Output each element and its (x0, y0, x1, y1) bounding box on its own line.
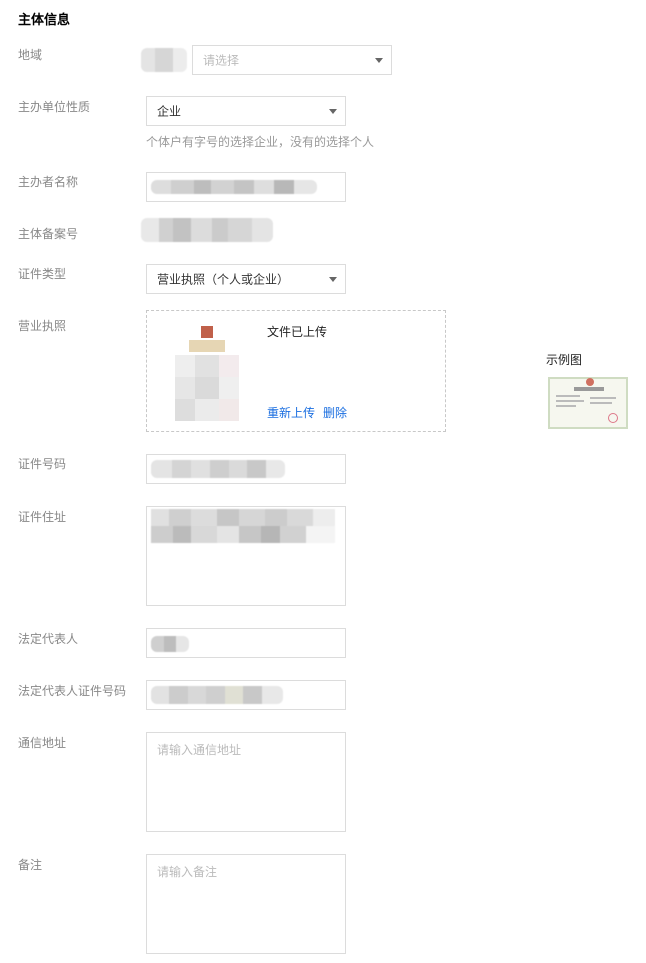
cert-number-redacted (151, 460, 285, 478)
subject-record-label: 主体备案号 (18, 227, 79, 241)
cert-address-textarea[interactable] (146, 506, 346, 606)
legal-rep-input[interactable] (146, 628, 346, 658)
mail-address-textarea[interactable]: 请输入通信地址 (146, 732, 346, 832)
subject-record-redacted (141, 218, 273, 242)
sponsor-name-label: 主办者名称 (18, 175, 79, 189)
region-province-redacted (141, 48, 187, 72)
legal-rep-label: 法定代表人 (18, 632, 79, 646)
org-type-value: 企业 (157, 104, 182, 119)
region-label: 地域 (18, 48, 43, 62)
legal-rep-id-input[interactable] (146, 680, 346, 710)
sponsor-name-redacted (151, 180, 317, 194)
mail-address-placeholder: 请输入通信地址 (157, 743, 242, 757)
legal-rep-id-label: 法定代表人证件号码 (18, 684, 127, 698)
license-upload-area[interactable]: 文件已上传 重新上传 删除 (146, 310, 446, 432)
chevron-down-icon (375, 58, 383, 63)
remark-label: 备注 (18, 858, 43, 872)
legal-rep-redacted (151, 636, 189, 652)
license-label: 营业执照 (18, 319, 67, 333)
cert-address-redacted (151, 509, 335, 543)
license-thumbnail (175, 323, 239, 423)
cert-type-label: 证件类型 (18, 267, 67, 281)
example-label: 示例图 (546, 353, 583, 367)
region-select-placeholder: 请选择 (203, 53, 240, 68)
chevron-down-icon (329, 109, 337, 114)
region-select[interactable]: 请选择 (192, 45, 392, 75)
example-license-image[interactable] (548, 377, 628, 429)
reupload-link[interactable]: 重新上传 (267, 404, 315, 421)
remark-textarea[interactable]: 请输入备注 (146, 854, 346, 954)
cert-type-value: 营业执照（个人或企业） (157, 272, 290, 287)
delete-link[interactable]: 删除 (323, 404, 347, 421)
org-type-hint: 个体户有字号的选择企业，没有的选择个人 (146, 135, 375, 149)
sponsor-name-input[interactable] (146, 172, 346, 202)
cert-type-select[interactable]: 营业执照（个人或企业） (146, 264, 346, 294)
remark-placeholder: 请输入备注 (157, 865, 218, 879)
cert-number-input[interactable] (146, 454, 346, 484)
cert-number-label: 证件号码 (18, 457, 67, 471)
legal-rep-id-redacted (151, 686, 283, 704)
cert-address-label: 证件住址 (18, 510, 67, 524)
mail-address-label: 通信地址 (18, 736, 67, 750)
upload-status: 文件已上传 (267, 325, 328, 339)
section-title: 主体信息 (18, 13, 71, 28)
chevron-down-icon (329, 277, 337, 282)
org-type-label: 主办单位性质 (18, 100, 91, 114)
org-type-select[interactable]: 企业 (146, 96, 346, 126)
